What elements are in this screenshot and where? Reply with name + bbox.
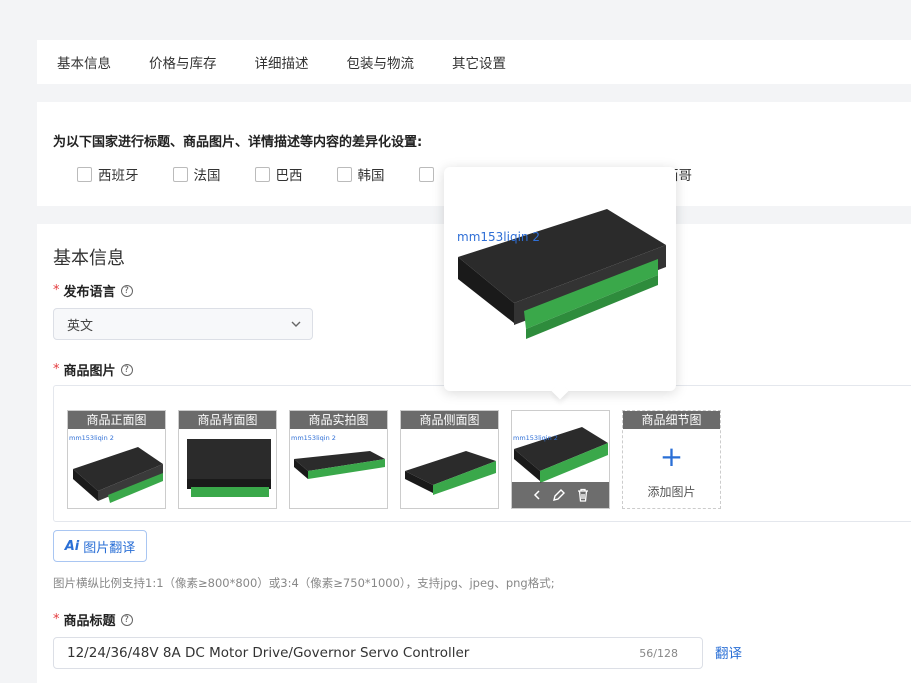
country-settings-title: 为以下国家进行标题、商品图片、详情描述等内容的差异化设置: — [53, 135, 423, 150]
ai-icon: Ai — [64, 538, 80, 554]
help-icon[interactable]: ? — [120, 363, 133, 376]
tab-other-settings[interactable]: 其它设置 — [452, 52, 506, 72]
trash-icon[interactable] — [576, 488, 590, 502]
images-label: * 商品图片? — [53, 360, 133, 379]
tab-basic-info[interactable]: 基本信息 — [57, 52, 111, 72]
tab-description[interactable]: 详细描述 — [255, 52, 309, 72]
image-thumb-actual[interactable]: 商品实拍图 mm153liqin 2 — [289, 410, 388, 509]
chevron-down-icon — [291, 321, 301, 327]
product-image — [405, 451, 496, 495]
country-brazil[interactable]: 巴西 — [254, 164, 303, 184]
language-select[interactable]: 英文 — [53, 308, 313, 340]
chevron-left-icon[interactable] — [532, 489, 542, 501]
preview-image — [458, 209, 666, 339]
help-icon[interactable]: ? — [120, 613, 133, 626]
country-france[interactable]: 法国 — [172, 164, 221, 184]
image-thumb-back[interactable]: 商品背面图 — [178, 410, 277, 509]
translate-link[interactable]: 翻译 — [715, 642, 742, 662]
tab-bar: 基本信息 价格与库存 详细描述 包装与物流 其它设置 — [37, 40, 911, 84]
plus-icon: + — [659, 440, 684, 473]
title-label: * 商品标题? — [53, 610, 133, 629]
country-hidden-1[interactable] — [418, 164, 440, 184]
tab-price-stock[interactable]: 价格与库存 — [149, 52, 217, 72]
checkbox[interactable] — [418, 166, 434, 182]
product-title-input[interactable]: 12/24/36/48V 8A DC Motor Drive/Governor … — [53, 637, 703, 669]
tab-packaging[interactable]: 包装与物流 — [347, 52, 415, 72]
image-thumb-side[interactable]: 商品侧面图 — [400, 410, 499, 509]
image-action-bar — [512, 482, 609, 508]
image-thumb-front[interactable]: 商品正面图 mm153liqin 2 — [67, 410, 166, 509]
checkbox[interactable] — [172, 166, 188, 182]
help-icon[interactable]: ? — [120, 284, 133, 297]
product-image — [187, 439, 271, 497]
country-spain[interactable]: 西班牙 — [77, 164, 139, 184]
checkbox[interactable] — [77, 166, 92, 182]
lang-label: * 发布语言? — [53, 281, 133, 300]
add-image-slot[interactable]: 商品细节图 + 添加图片 — [622, 410, 721, 509]
image-thumb-selected[interactable]: mm153liqin 2 — [511, 410, 610, 509]
char-counter: 56/128 — [639, 647, 678, 660]
image-format-hint: 图片横纵比例支持1:1（像素≥800*800）或3:4（像素≥750*1000）… — [53, 576, 555, 590]
checkbox[interactable] — [336, 166, 352, 182]
edit-icon[interactable] — [552, 488, 566, 502]
image-preview-popover: mm153liqin 2 — [444, 167, 676, 400]
section-title: 基本信息 — [53, 248, 125, 269]
country-korea[interactable]: 韩国 — [336, 164, 385, 184]
image-translate-button[interactable]: Ai 图片翻译 — [53, 530, 147, 562]
image-upload-area: 商品正面图 mm153liqin 2 商品背面图 商品实拍图 mm153liqi… — [53, 385, 911, 522]
checkbox[interactable] — [254, 166, 270, 182]
